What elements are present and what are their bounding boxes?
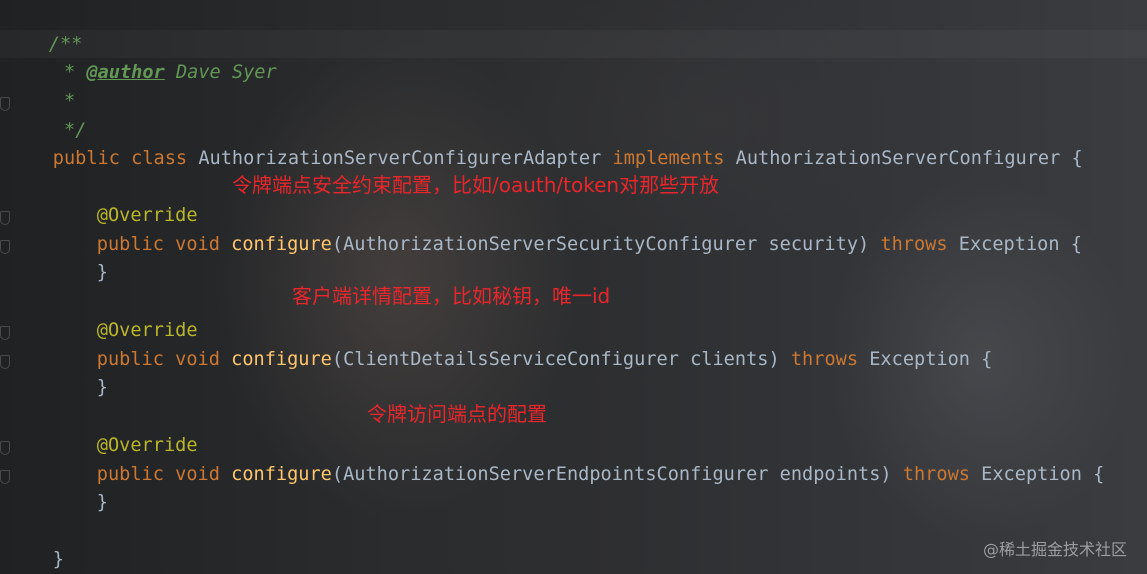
code-line-4: */ bbox=[8, 89, 86, 141]
method-params: (AuthorizationServerEndpointsConfigurer … bbox=[331, 464, 903, 485]
method-signature-1: public void configure(AuthorizationServe… bbox=[52, 203, 1082, 255]
throws-keyword: throws bbox=[790, 349, 870, 370]
method-close-3: } bbox=[52, 461, 108, 513]
method-close-2: } bbox=[52, 346, 108, 398]
close-brace: } bbox=[96, 377, 108, 398]
code-line-3: * bbox=[8, 60, 75, 112]
modifier-keyword: public void bbox=[96, 349, 232, 370]
override-annotation-3: @Override bbox=[52, 404, 198, 456]
close-brace: } bbox=[96, 262, 108, 283]
method-name: configure bbox=[231, 234, 332, 255]
code-line-2: * @author Dave Syer bbox=[8, 31, 277, 83]
throws-keyword: throws bbox=[880, 234, 959, 255]
override-gutter-icon[interactable] bbox=[0, 211, 10, 225]
method-name: configure bbox=[231, 349, 332, 370]
author-name: Dave Syer bbox=[164, 62, 277, 83]
implements-keyword: implements bbox=[612, 148, 736, 169]
modifier-keyword: public void bbox=[96, 234, 232, 255]
fold-icon[interactable] bbox=[0, 355, 10, 369]
override-gutter-icon[interactable] bbox=[0, 441, 10, 455]
watermark: @稀土掘金技术社区 bbox=[982, 540, 1127, 559]
fold-icon[interactable] bbox=[0, 470, 10, 484]
note-endpoints-config: 令牌访问端点的配置 bbox=[367, 402, 547, 426]
class-close-brace: } bbox=[52, 549, 64, 570]
override-annotation-2: @Override bbox=[52, 289, 198, 341]
note-client-details-config: 客户端详情配置，比如秘钥，唯一id bbox=[292, 284, 611, 308]
code-line-5: public class AuthorizationServerConfigur… bbox=[8, 117, 1083, 169]
code-line-1: /** bbox=[4, 3, 83, 55]
throws-keyword: throws bbox=[902, 464, 982, 485]
author-tag: @author bbox=[86, 62, 165, 83]
method-close-1: } bbox=[52, 231, 108, 283]
method-params: (AuthorizationServerSecurityConfigurer s… bbox=[331, 234, 881, 255]
class-name: AuthorizationServerConfigurerAdapter bbox=[198, 148, 613, 169]
override-gutter-icon[interactable] bbox=[0, 326, 10, 340]
method-params: (ClientDetailsServiceConfigurer clients) bbox=[331, 349, 791, 370]
method-signature-3: public void configure(AuthorizationServe… bbox=[52, 433, 1105, 485]
exception-type: Exception { bbox=[869, 349, 993, 370]
close-brace: } bbox=[96, 492, 108, 513]
method-signature-2: public void configure(ClientDetailsServi… bbox=[52, 318, 993, 370]
note-security-config: 令牌端点安全约束配置，比如/oauth/token对那些开放 bbox=[232, 173, 720, 197]
exception-type: Exception { bbox=[958, 234, 1082, 255]
method-name: configure bbox=[231, 464, 332, 485]
fold-icon[interactable] bbox=[0, 240, 10, 254]
modifier-keyword: public void bbox=[96, 464, 232, 485]
class-close: } bbox=[8, 518, 64, 570]
override-annotation-1: @Override bbox=[52, 174, 198, 226]
interface-name: AuthorizationServerConfigurer { bbox=[735, 148, 1083, 169]
exception-type: Exception { bbox=[981, 464, 1105, 485]
class-keyword: public class bbox=[52, 148, 199, 169]
